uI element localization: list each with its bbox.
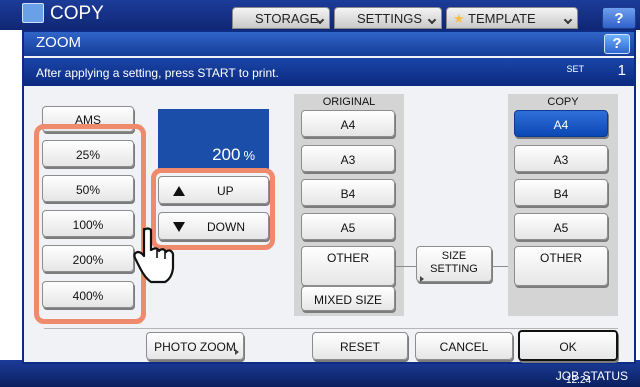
original-header: ORIGINAL: [322, 96, 376, 108]
copy-size-label: OTHER: [540, 251, 582, 265]
original-size-label: B4: [340, 187, 356, 201]
ok-label: OK: [559, 340, 577, 354]
set-count: 1: [617, 62, 626, 79]
tab-settings-label: SETTINGS: [357, 11, 423, 26]
photo-zoom-label: PHOTO ZOOM: [154, 340, 236, 354]
tab-template-label: TEMPLATE: [468, 11, 536, 26]
star-icon: ★: [453, 11, 465, 26]
dialog-header: ZOOM: [24, 32, 634, 56]
tab-settings[interactable]: SETTINGS: [334, 7, 442, 29]
presets-highlight-frame: [34, 124, 146, 324]
original-a5-button[interactable]: A5: [301, 213, 395, 240]
original-size-label: A5: [340, 221, 356, 235]
zoom-number: 200: [212, 145, 241, 164]
chevron-down-icon: [563, 15, 573, 25]
hand-pointer-icon: [133, 227, 175, 284]
chevron-down-icon: [427, 15, 437, 25]
original-a4-button[interactable]: A4: [301, 110, 395, 137]
size-setting-label: SETTING: [430, 263, 478, 275]
original-size-label: A4: [340, 118, 356, 132]
mixed-size-label: MIXED SIZE: [313, 293, 382, 307]
copy-header: COPY: [547, 96, 579, 108]
original-size-label: A3: [340, 153, 356, 167]
original-size-label: OTHER: [327, 251, 369, 265]
chevron-right-icon: [420, 276, 424, 282]
size-setting-button[interactable]: SIZE SETTING: [416, 246, 492, 282]
footer-divider: [44, 328, 618, 329]
set-label: SET: [566, 64, 584, 74]
ok-button[interactable]: OK: [518, 330, 618, 361]
copy-a5-button[interactable]: A5: [514, 213, 608, 240]
size-setting-line1: SIZE: [441, 250, 467, 262]
copy-other-button[interactable]: OTHER: [514, 246, 608, 286]
photo-zoom-button[interactable]: PHOTO ZOOM: [146, 332, 244, 360]
copy-size-label: A4: [553, 118, 569, 132]
dialog-title: ZOOM: [36, 34, 81, 51]
clock: 12:24: [566, 375, 592, 386]
tab-template[interactable]: ★ TEMPLATE: [446, 7, 578, 29]
original-a3-button[interactable]: A3: [301, 145, 395, 172]
job-status-button[interactable]: JOB STATUS: [478, 362, 628, 387]
zoom-dialog: ZOOM ? After applying a setting, press S…: [22, 30, 636, 364]
help-button[interactable]: ?: [604, 34, 630, 54]
message-text: After applying a setting, press START to…: [36, 66, 279, 80]
copy-b4-button[interactable]: B4: [514, 179, 608, 206]
copy-a3-button[interactable]: A3: [514, 145, 608, 172]
zoom-value-display: 200%: [158, 109, 269, 170]
cancel-button[interactable]: CANCEL: [415, 332, 513, 360]
tab-storage-label: STORAGE: [255, 11, 319, 26]
original-b4-button[interactable]: B4: [301, 179, 395, 206]
reset-label: RESET: [339, 340, 380, 354]
cancel-label: CANCEL: [439, 340, 489, 354]
copy-a4-button[interactable]: A4: [514, 110, 608, 137]
message-bar: After applying a setting, press START to…: [24, 58, 634, 86]
size-setting-line2: SETTING: [417, 263, 491, 282]
copy-app-icon: [22, 3, 44, 23]
help-button-background[interactable]: ?: [602, 7, 636, 29]
tab-storage[interactable]: STORAGE: [232, 7, 330, 29]
reset-button[interactable]: RESET: [312, 332, 408, 360]
copy-size-label: A5: [553, 221, 569, 235]
copy-size-label: A3: [553, 153, 569, 167]
original-other-button[interactable]: OTHER: [301, 246, 395, 286]
mixed-size-button[interactable]: MIXED SIZE: [301, 286, 395, 311]
zoom-unit: %: [243, 148, 255, 163]
connector-line: [396, 266, 416, 267]
app-title: COPY: [50, 3, 104, 24]
chevron-right-icon: [235, 349, 239, 355]
zoom-value: 200%: [212, 145, 255, 165]
copy-size-label: B4: [553, 187, 569, 201]
